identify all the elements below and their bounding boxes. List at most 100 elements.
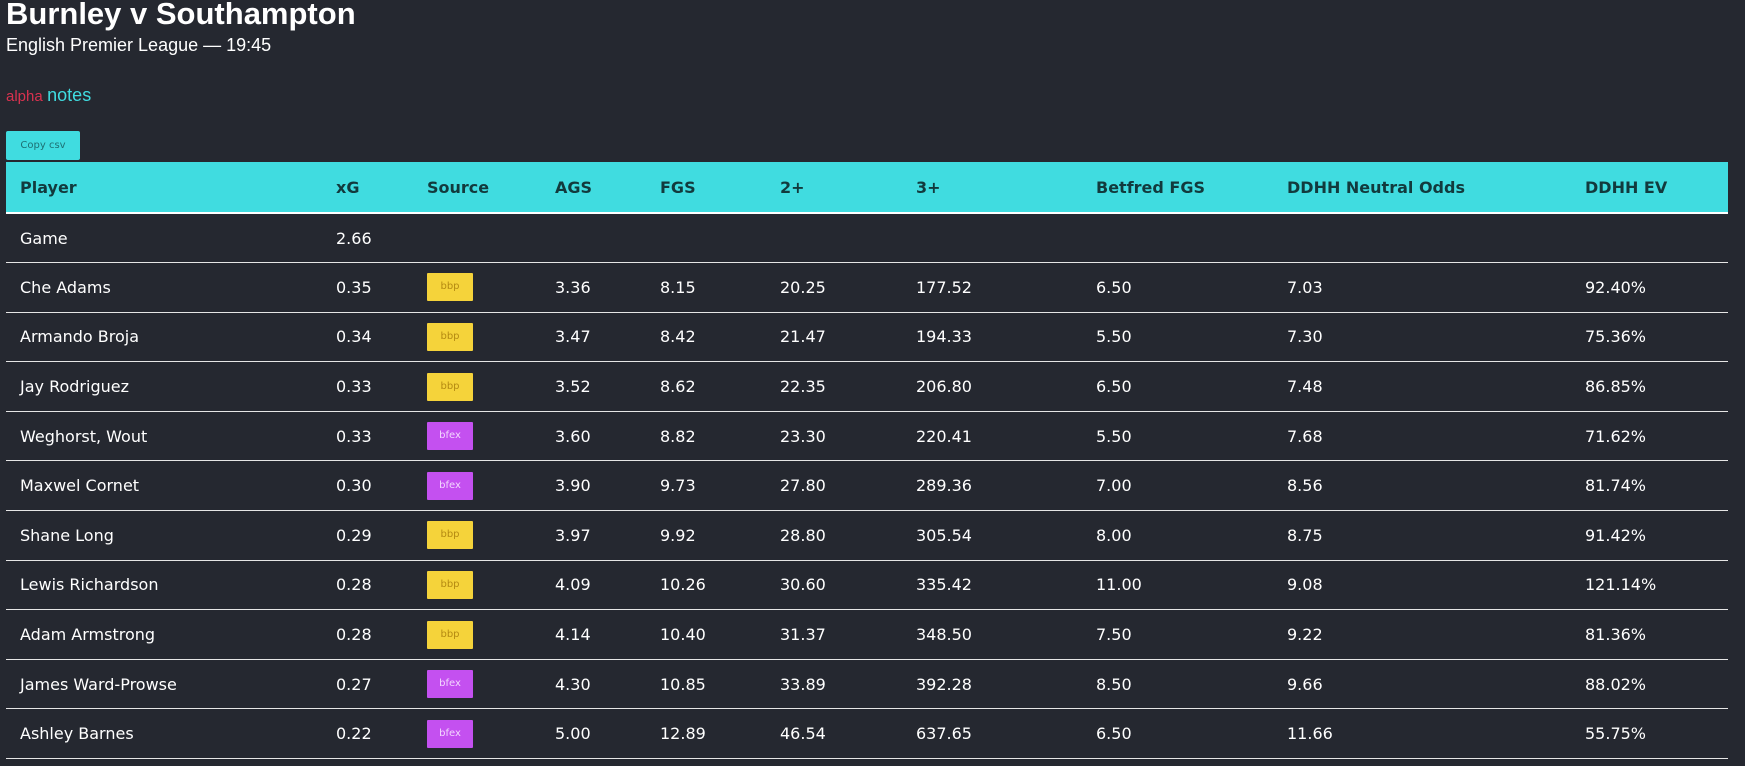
table-row: Che Adams 0.35 bbp 3.36 8.15 20.25 177.52 6.50 7… [6, 262, 1728, 313]
three-plus-cell: 305.54 [902, 510, 1082, 561]
ddhh-ev-cell: 91.42% [1571, 510, 1728, 561]
ddhh-ev-cell: 81.36% [1571, 609, 1728, 660]
fgs-cell: 9.92 [646, 510, 766, 561]
source-cell: bfex [413, 708, 541, 760]
three-plus-cell: 348.50 [902, 609, 1082, 660]
player-cell: Jay Rodriguez [6, 361, 322, 412]
xg-cell: 0.28 [322, 560, 413, 611]
ddhh-ev-cell: 81.74% [1571, 460, 1728, 512]
copy-csv-button[interactable]: Copy csv [6, 131, 80, 160]
table-row: Game 2.66 [6, 213, 1728, 264]
ddhh-neutral-odds-cell: 9.66 [1273, 659, 1571, 710]
three-plus-cell: 289.36 [902, 460, 1082, 512]
table-row: Jay Rodriguez 0.33 bbp 3.52 8.62 22.35 206.80 6… [6, 361, 1728, 412]
table-body: Game 2.66 Che Adams 0.35 bbp 3.36 8.15 20.25 177… [6, 213, 1728, 760]
ddhh-ev-cell: 75.36% [1571, 312, 1728, 363]
xg-cell: 0.33 [322, 361, 413, 412]
fgs-cell: 10.85 [646, 659, 766, 710]
player-cell: Armando Broja [6, 312, 322, 363]
three-plus-cell: 206.80 [902, 361, 1082, 412]
source-badge: bbp [427, 273, 473, 302]
fgs-cell [646, 213, 766, 264]
table-row: Armando Broja 0.34 bbp 3.47 8.42 21.47 194.33 5… [6, 312, 1728, 363]
ags-cell: 3.52 [541, 361, 646, 412]
ags-cell: 4.09 [541, 560, 646, 611]
xg-cell: 0.33 [322, 411, 413, 462]
page-title: Burnley v Southampton [6, 0, 356, 31]
column-header-source[interactable]: Source [413, 162, 541, 214]
two-plus-cell: 27.80 [766, 460, 902, 512]
xg-cell: 0.34 [322, 312, 413, 363]
xg-cell: 0.29 [322, 510, 413, 561]
two-plus-cell: 20.25 [766, 262, 902, 313]
three-plus-cell: 220.41 [902, 411, 1082, 462]
xg-cell: 0.35 [322, 262, 413, 313]
source-cell: bfex [413, 460, 541, 512]
three-plus-cell: 177.52 [902, 262, 1082, 313]
brand-notes-text: notes [47, 85, 92, 105]
column-header-three-plus[interactable]: 3+ [902, 162, 1082, 214]
betfred-fgs-cell: 6.50 [1082, 361, 1273, 412]
ddhh-ev-cell: 86.85% [1571, 361, 1728, 412]
ddhh-ev-cell [1571, 213, 1728, 264]
betfred-fgs-cell: 5.50 [1082, 312, 1273, 363]
two-plus-cell: 23.30 [766, 411, 902, 462]
betfred-fgs-cell: 6.50 [1082, 708, 1273, 760]
ddhh-ev-cell: 88.02% [1571, 659, 1728, 710]
ags-cell: 3.47 [541, 312, 646, 363]
source-cell [413, 213, 541, 264]
column-header-two-plus[interactable]: 2+ [766, 162, 902, 214]
ags-cell: 5.00 [541, 708, 646, 760]
fgs-cell: 8.15 [646, 262, 766, 313]
brand-logo[interactable]: alpha notes [6, 84, 91, 108]
table-row: Ashley Barnes 0.22 bfex 5.00 12.89 46.54 637.6… [6, 708, 1728, 760]
column-header-ddhh-neutral-odds[interactable]: DDHH Neutral Odds [1273, 162, 1571, 214]
two-plus-cell: 30.60 [766, 560, 902, 611]
fgs-cell: 10.26 [646, 560, 766, 611]
column-header-fgs[interactable]: FGS [646, 162, 766, 214]
source-cell: bbp [413, 312, 541, 363]
source-badge: bbp [427, 372, 473, 401]
two-plus-cell [766, 213, 902, 264]
player-cell: Shane Long [6, 510, 322, 561]
xg-cell: 0.27 [322, 659, 413, 710]
fgs-cell: 8.42 [646, 312, 766, 363]
betfred-fgs-cell: 5.50 [1082, 411, 1273, 462]
ddhh-neutral-odds-cell [1273, 213, 1571, 264]
odds-table: Player xG Source AGS FGS 2+ 3+ Betfred F… [6, 162, 1728, 760]
source-cell: bbp [413, 262, 541, 313]
ddhh-neutral-odds-cell: 11.66 [1273, 708, 1571, 760]
table-row: Lewis Richardson 0.28 bbp 4.09 10.26 30.60 335… [6, 560, 1728, 611]
source-cell: bfex [413, 659, 541, 710]
two-plus-cell: 28.80 [766, 510, 902, 561]
table-row: Maxwel Cornet 0.30 bfex 3.90 9.73 27.80 289.36… [6, 460, 1728, 512]
source-badge: bbp [427, 570, 473, 599]
betfred-fgs-cell: 6.50 [1082, 262, 1273, 313]
column-header-ags[interactable]: AGS [541, 162, 646, 214]
source-cell: bbp [413, 510, 541, 561]
column-header-xg[interactable]: xG [322, 162, 413, 214]
fgs-cell: 9.73 [646, 460, 766, 512]
betfred-fgs-cell: 7.50 [1082, 609, 1273, 660]
fgs-cell: 12.89 [646, 708, 766, 760]
xg-cell: 2.66 [322, 213, 413, 264]
ags-cell: 4.30 [541, 659, 646, 710]
column-header-ddhh-ev[interactable]: DDHH EV [1571, 162, 1728, 214]
three-plus-cell: 392.28 [902, 659, 1082, 710]
player-cell: Weghorst, Wout [6, 411, 322, 462]
ddhh-neutral-odds-cell: 7.30 [1273, 312, 1571, 363]
betfred-fgs-cell: 8.50 [1082, 659, 1273, 710]
source-cell: bbp [413, 361, 541, 412]
two-plus-cell: 46.54 [766, 708, 902, 760]
three-plus-cell: 194.33 [902, 312, 1082, 363]
player-cell: James Ward-Prowse [6, 659, 322, 710]
ddhh-ev-cell: 55.75% [1571, 708, 1728, 760]
table-header-row: Player xG Source AGS FGS 2+ 3+ Betfred F… [6, 162, 1728, 214]
page: Burnley v Southampton English Premier Le… [0, 0, 1745, 766]
column-header-player[interactable]: Player [6, 162, 322, 214]
fgs-cell: 10.40 [646, 609, 766, 660]
column-header-betfred-fgs[interactable]: Betfred FGS [1082, 162, 1273, 214]
ddhh-ev-cell: 121.14% [1571, 560, 1728, 611]
ags-cell: 4.14 [541, 609, 646, 660]
two-plus-cell: 31.37 [766, 609, 902, 660]
